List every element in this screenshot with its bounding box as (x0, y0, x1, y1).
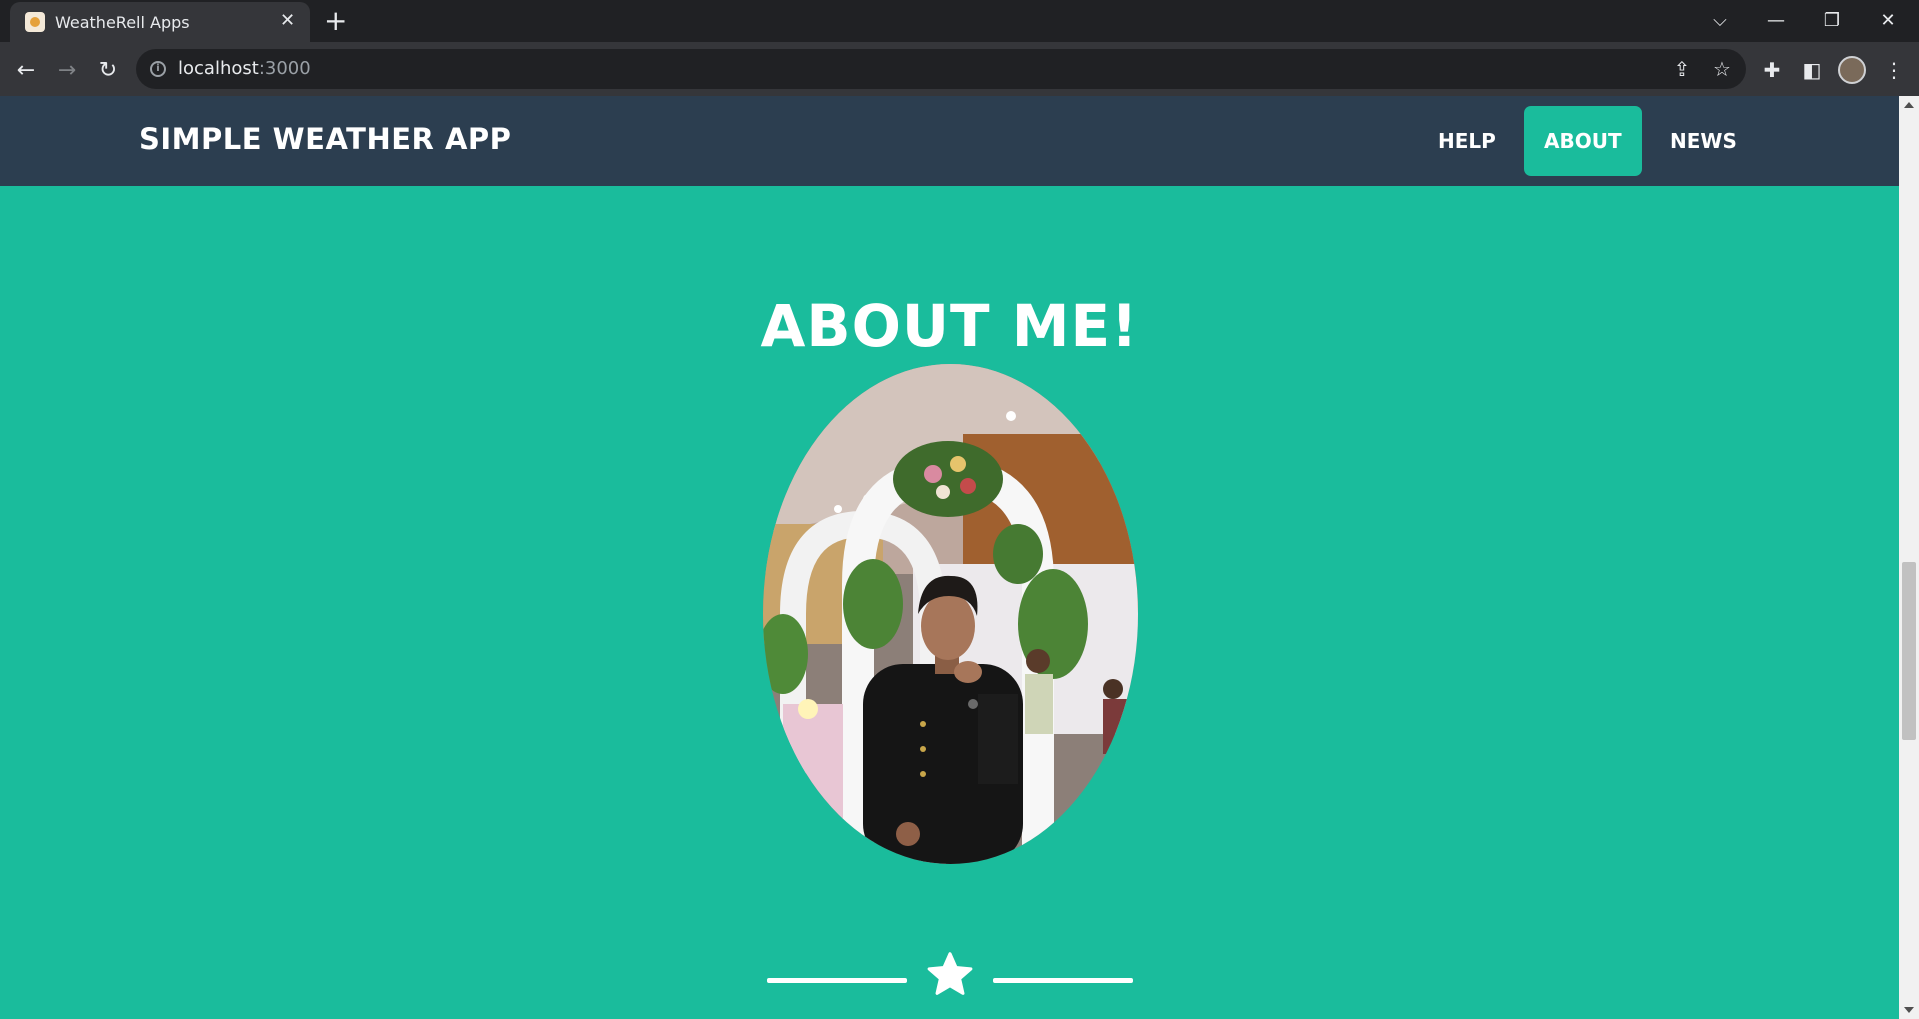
page-scrollbar[interactable] (1899, 96, 1919, 1019)
divider-line-right (993, 978, 1133, 983)
site-brand[interactable]: SIMPLE WEATHER APP (139, 122, 511, 156)
share-icon[interactable]: ⇪ (1670, 57, 1694, 81)
nav-link-help[interactable]: HELP (1418, 106, 1516, 176)
profile-photo-illustration (763, 364, 1138, 864)
info-icon[interactable]: i (150, 61, 166, 77)
scroll-thumb[interactable] (1902, 562, 1916, 740)
profile-avatar[interactable] (1838, 56, 1866, 84)
profile-photo (763, 364, 1138, 864)
browser-tab[interactable]: WeatheRell Apps ✕ (10, 2, 310, 42)
star-divider-icon (927, 952, 973, 995)
back-button[interactable]: ← (12, 56, 40, 84)
new-tab-button[interactable]: + (324, 4, 347, 38)
divider-line-left (767, 978, 907, 983)
extensions-icon[interactable]: ✚ (1758, 56, 1786, 84)
menu-icon[interactable]: ⋮ (1880, 56, 1908, 84)
scroll-up-arrow-icon[interactable] (1904, 102, 1914, 108)
url-text: localhost:3000 (178, 58, 311, 79)
star-divider (0, 948, 1899, 1008)
tab-title: WeatheRell Apps (55, 13, 190, 32)
browser-tabstrip: WeatheRell Apps ✕ + ⌵ — ❐ ✕ (0, 0, 1919, 42)
close-tab-icon[interactable]: ✕ (280, 10, 295, 32)
nav-link-about[interactable]: ABOUT (1524, 106, 1642, 176)
close-window-button[interactable]: ✕ (1860, 0, 1916, 40)
reload-button[interactable]: ↻ (94, 56, 122, 84)
page-viewport: SIMPLE WEATHER APP HELP ABOUT NEWS ABOUT… (0, 96, 1899, 1019)
browser-toolbar: ← → ↻ i localhost:3000 ⇪ ☆ ✚ ◧ ⋮ (0, 42, 1919, 96)
star-bookmark-icon[interactable]: ☆ (1710, 57, 1734, 81)
scroll-down-arrow-icon[interactable] (1904, 1007, 1914, 1013)
favicon-icon (25, 12, 45, 32)
page-title: ABOUT ME! (760, 292, 1139, 360)
address-bar[interactable]: i localhost:3000 ⇪ ☆ (136, 49, 1746, 89)
side-panel-icon[interactable]: ◧ (1798, 56, 1826, 84)
nav-link-news[interactable]: NEWS (1650, 106, 1757, 176)
restore-button[interactable]: ❐ (1804, 0, 1860, 40)
site-navbar: SIMPLE WEATHER APP HELP ABOUT NEWS (0, 96, 1899, 186)
forward-button[interactable]: → (53, 56, 81, 84)
minimize-button[interactable]: — (1748, 0, 1804, 40)
tab-search-icon[interactable]: ⌵ (1692, 0, 1748, 40)
